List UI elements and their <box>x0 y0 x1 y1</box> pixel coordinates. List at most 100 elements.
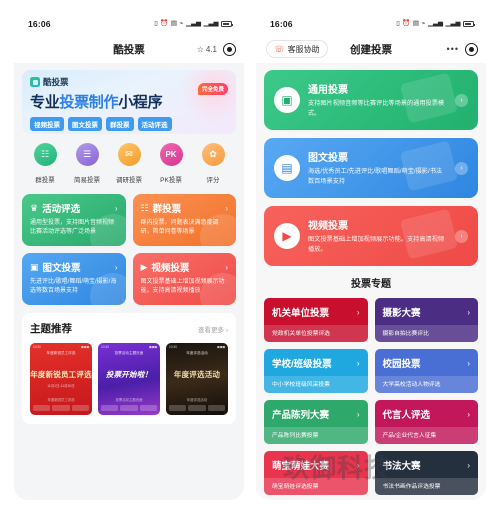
topic-name: 学校/班级投票 <box>272 359 332 370</box>
card-title: 图文投票 <box>308 153 348 165</box>
signal2-icon: ▁▃▅ <box>445 19 461 27</box>
theme-card-status: ◼◼◼ <box>217 344 225 349</box>
theme-card-foot: 年度评选活动 <box>186 398 208 402</box>
topic-name: 代言人评选 <box>382 410 431 421</box>
right-nav-bar: ☏ 客服协助 创建投票 ••• <box>256 35 486 63</box>
pk-vote-icon: PK <box>159 143 183 166</box>
theme-card-foot: 年度新锐员工评选 <box>47 398 75 402</box>
general-vote-icon: ▣ <box>274 87 300 113</box>
feature-card-video[interactable]: ▶ 视频投票 › 图文投票基础上增加视频展示功能，支持高清视频播放 <box>132 253 236 305</box>
quick-entry-label: PK投票 <box>160 177 182 184</box>
theme-card-chips <box>101 405 157 411</box>
theme-card[interactable]: 10:30 ◼◼◼ 年度评选活动 年度评选活动 年度评选活动 <box>166 343 228 415</box>
chevron-right-icon: › <box>356 307 360 317</box>
vote-type-card-video[interactable]: ▶ 视频投票 图文投票基础上增加视频展示功能。支持高清视频播放。 › <box>264 206 478 266</box>
feature-card-activity[interactable]: ♛ 活动评选 › 通用型投票，支持图片音频视频比赛活动评选等广泛场景 <box>22 194 126 246</box>
view-more-link[interactable]: 查看更多 › <box>198 324 228 334</box>
theme-card-status: ◼◼◼ <box>81 344 89 349</box>
nfc-icon: ▤ <box>412 19 420 27</box>
banner-tag: 活动评选 <box>137 117 172 131</box>
banner-tag: 图文投票 <box>68 117 102 131</box>
quick-entry-pk[interactable]: PK PK投票 <box>152 143 190 187</box>
more-menu-button[interactable]: ••• <box>447 44 459 54</box>
chevron-right-icon: › <box>225 262 228 272</box>
topic-desc: 党政机关单位投票评选 <box>264 325 368 342</box>
theme-card[interactable]: 10:30 ◼◼◼ 投票活动主题页面 投票开始啦！ 投票活动主题页面 <box>98 343 160 415</box>
chevron-right-icon: › <box>356 460 360 470</box>
rating-value: 4.1 <box>205 44 217 54</box>
screenshot-stage: 16:06 ▯ ⏰ ▤ ⌁ ▁▃▅ ▁▃▅ 酷投票 ☆ 4.1 酷投票 专业投票… <box>0 0 500 513</box>
card-desc: 图文投票基础上增加视频展示功能。支持高清视频播放。 <box>308 236 445 253</box>
feature-title: 视频投票 <box>151 263 190 274</box>
topic-card-spokesperson[interactable]: 代言人评选 › 产品/企业代言人征集 <box>374 400 478 444</box>
topic-name: 机关单位投票 <box>272 308 330 319</box>
survey-vote-icon: ✉ <box>117 143 141 166</box>
feature-card-image-text[interactable]: ▣ 图文投票 › 先进评比/歌唱/舞蹈/萌宝/摄影/海选等数百场景支持 <box>22 253 126 305</box>
right-scroll-area[interactable]: ▣ 通用投票 支持图片视频音频等比赛评比等场景的通用投票模式。 › ▤ 图文投票… <box>256 63 486 500</box>
topic-desc: 产品陈列比赛投票 <box>264 427 368 444</box>
theme-card-chips <box>33 405 89 411</box>
vote-type-card-general[interactable]: ▣ 通用投票 支持图片视频音频等比赛评比等场景的通用投票模式。 › <box>264 70 478 130</box>
card-desc: 支持图片视频音频等比赛评比等场景的通用投票模式。 <box>308 100 445 117</box>
theme-card-time: 10:30 <box>101 344 109 349</box>
topic-card-product-display[interactable]: 产品陈列大赛 › 产品陈列比赛投票 <box>264 400 368 444</box>
quick-entry-row: ☷ 群投票 ☰ 简易投票 ✉ 调研投票 PK PK投票 ✿ 评分 <box>22 134 236 194</box>
topic-card-school-class[interactable]: 学校/班级投票 › 中小学校班级风采投票 <box>264 349 368 393</box>
quick-entry-survey[interactable]: ✉ 调研投票 <box>110 143 148 187</box>
left-scroll-area[interactable]: 酷投票 专业投票制作小程序 视频投票 图文投票 群投票 活动评选 完全免费 ☷ … <box>14 63 244 500</box>
feature-title: 图文投票 <box>42 263 81 274</box>
signal-icon: ▁▃▅ <box>428 19 443 27</box>
wifi-icon: ⌁ <box>179 19 184 27</box>
topic-card-calligraphy[interactable]: 书法大赛 › 书法书画作品评选投票 <box>374 451 478 495</box>
battery-icon <box>221 21 233 27</box>
topic-card-photography[interactable]: 摄影大赛 › 摄影自拍比赛评比 <box>374 298 478 342</box>
feature-card-group[interactable]: ☷ 群投票 › 群内投票，问题表决满意度调研，简单问卷等场景 <box>132 194 236 246</box>
card-desc: 海选/优秀员工/先进评比/歌唱舞蹈/萌宝/摄影/书法数百场景支持 <box>308 168 443 185</box>
quick-entry-qun[interactable]: ☷ 群投票 <box>26 143 64 187</box>
topic-desc: 摄影自拍比赛评比 <box>374 325 478 342</box>
close-capsule-button[interactable] <box>465 42 478 56</box>
topic-card-gov[interactable]: 机关单位投票 › 党政机关单位投票评选 <box>264 298 368 342</box>
topic-card-baby[interactable]: 萌宝萌娃大赛 › 萌宝萌娃评选投票 <box>264 451 368 495</box>
theme-card-note: 11月1日-11月30日 <box>47 384 75 388</box>
free-badge: 完全免费 <box>197 83 228 95</box>
quick-entry-label: 简易投票 <box>74 177 100 184</box>
close-capsule-button[interactable] <box>223 42 236 56</box>
left-nav-bar: 酷投票 ☆ 4.1 <box>14 35 244 63</box>
topic-desc: 产品/企业代言人征集 <box>374 427 478 444</box>
quick-entry-label: 群投票 <box>35 177 55 184</box>
wifi-icon: ⌁ <box>421 19 426 27</box>
alarm-icon: ⏰ <box>160 19 169 27</box>
promo-banner[interactable]: 酷投票 专业投票制作小程序 视频投票 图文投票 群投票 活动评选 完全免费 <box>22 70 236 134</box>
chevron-right-icon: › <box>225 203 228 213</box>
topic-name: 摄影大赛 <box>382 308 421 319</box>
chevron-right-icon: › <box>114 203 118 213</box>
image-icon: ▣ <box>30 261 39 272</box>
quick-entry-score[interactable]: ✿ 评分 <box>194 143 232 187</box>
feature-desc: 先进评比/歌唱/舞蹈/萌宝/摄影/海选等数百场景支持 <box>30 279 117 294</box>
status-time: 16:06 <box>28 19 51 29</box>
theme-card-foot: 投票活动主题页面 <box>115 398 143 402</box>
customer-service-label: 客服协助 <box>287 44 320 54</box>
chevron-right-icon: › <box>467 409 470 419</box>
theme-card[interactable]: 10:30 ◼◼◼ 年度新锐员工评选 年度新锐员工评选 11月1日-11月30日 … <box>30 343 92 415</box>
video-vote-icon: ▶ <box>274 223 300 249</box>
topic-desc: 中小学校班级风采投票 <box>264 376 368 393</box>
customer-service-button[interactable]: ☏ 客服协助 <box>266 40 328 58</box>
topic-desc: 大学高校活动人物评选 <box>374 376 478 393</box>
sim-icon: ▯ <box>154 19 158 27</box>
theme-card-title: 年度评选活动 <box>173 370 221 379</box>
nav-right-group: ••• <box>447 42 478 56</box>
theme-card-time: 10:30 <box>169 344 177 349</box>
signal-icon: ▁▃▅ <box>186 19 201 27</box>
vote-type-card-image-text[interactable]: ▤ 图文投票 海选/优秀员工/先进评比/歌唱舞蹈/萌宝/摄影/书法数百场景支持 … <box>264 138 478 198</box>
banner-tag: 视频投票 <box>30 117 64 131</box>
theme-card-chips <box>169 405 225 411</box>
theme-card-title: 投票开始啦！ <box>105 370 153 379</box>
quick-entry-simple[interactable]: ☰ 简易投票 <box>68 143 106 187</box>
right-status-bar: 16:06 ▯ ⏰ ▤ ⌁ ▁▃▅ ▁▃▅ <box>256 13 486 35</box>
topic-card-campus[interactable]: 校园投票 › 大学高校活动人物评选 <box>374 349 478 393</box>
status-icons: ▯ ⏰ ▤ ⌁ ▁▃▅ ▁▃▅ <box>154 19 233 28</box>
card-title: 视频投票 <box>308 221 348 233</box>
chevron-right-icon: › <box>455 93 468 107</box>
